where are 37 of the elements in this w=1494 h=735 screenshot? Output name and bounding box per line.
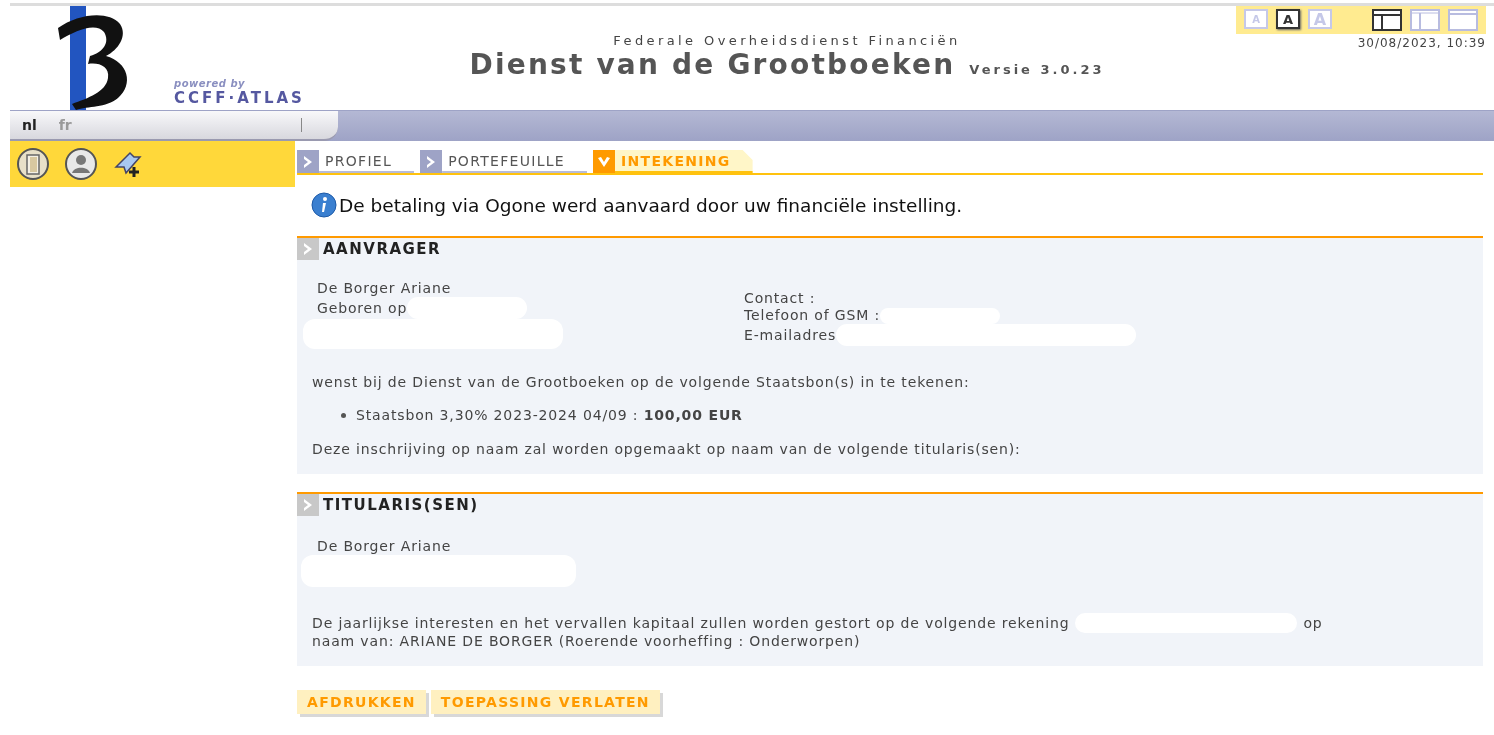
body-text: wenst bij de Dienst van de Grootboeken op de volgende Staatsbon(s) in te tekenen: — [312, 374, 971, 391]
logo-tagline: powered by — [174, 78, 247, 89]
body-text: op — [1303, 614, 1323, 632]
section-title: AANVRAGER — [323, 240, 442, 258]
date-time: 30/08/2023, 10:39 — [1357, 36, 1486, 50]
info-icon — [311, 192, 337, 218]
section-title: TITULARIS(SEN) — [323, 496, 479, 514]
app-title: Dienst van de Grootboeken — [469, 48, 956, 81]
bond-item: Staatsbon 3,30% 2023-2024 04/09 : 100,00 EUR — [356, 407, 743, 424]
font-size-button[interactable]: A — [1276, 9, 1300, 29]
holder-name: De Borger Ariane — [317, 538, 453, 555]
chevron-icon — [302, 154, 314, 169]
chevron-down-icon — [597, 155, 611, 168]
user-icon[interactable] — [64, 147, 98, 181]
body-text: De jaarlijkse interesten en het vervallen kapitaal zullen worden gestort op de volgende rekening — [312, 614, 1070, 632]
field-label: Telefoon of GSM : — [744, 307, 881, 324]
status-message: De betaling via Ogone werd aanvaard door uw financiële instelling. — [339, 194, 963, 216]
font-size-button[interactable]: A — [1308, 9, 1332, 29]
field-label: Contact : — [744, 290, 816, 307]
action-button[interactable]: TOEPASSING VERLATEN — [430, 690, 660, 714]
logo-brand: CCFF·ATLAS — [174, 89, 305, 107]
body-text: Deze inschrijving op naam zal worden opgemaakt op naam van de volgende titularis(sen): — [312, 441, 1022, 459]
version-label: Versie 3.0.23 — [969, 62, 1105, 77]
body-text: naam van: ARIANE DE BORGER (Roerende voorheffing : Onderworpen) — [312, 633, 861, 650]
field-label: E-mailadres — [744, 326, 837, 344]
layout-icon[interactable] — [1372, 9, 1402, 31]
font-size-button[interactable]: A — [1244, 9, 1268, 29]
language-link[interactable]: nl — [22, 117, 37, 133]
door-icon[interactable] — [16, 147, 50, 181]
agency-name: Federale Overheidsdienst Financiën — [613, 33, 961, 48]
chevron-icon — [302, 242, 314, 256]
chevron-icon — [302, 498, 314, 512]
bullet-icon — [341, 413, 346, 418]
language-link[interactable]: fr — [58, 117, 72, 133]
action-button[interactable]: AFDRUKKEN — [297, 690, 426, 714]
applicant-name: De Borger Ariane — [317, 280, 453, 297]
field-label: Geboren op — [317, 299, 408, 317]
